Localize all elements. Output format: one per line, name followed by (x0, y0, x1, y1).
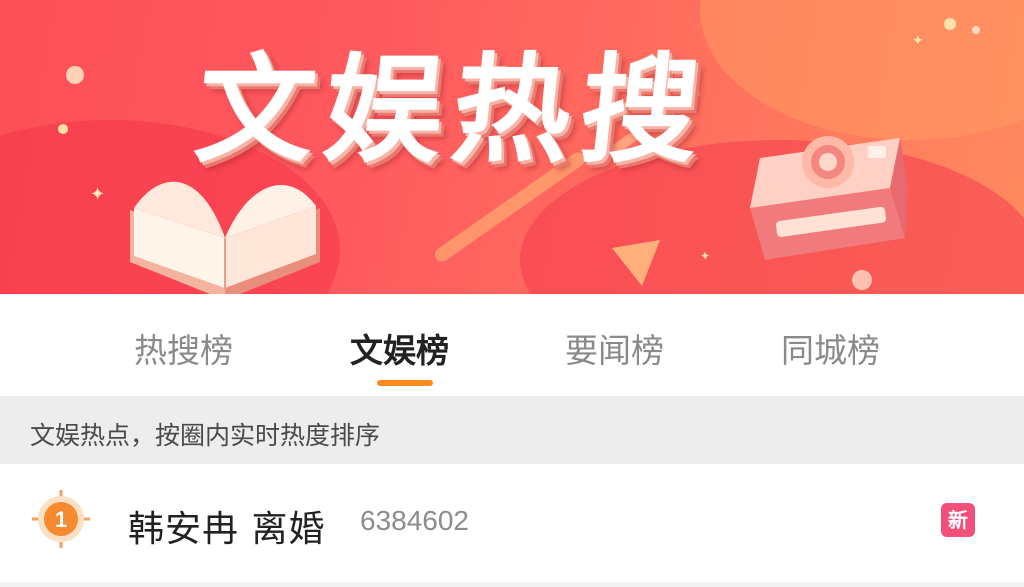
triangle-decoration (612, 240, 660, 286)
banner-shape (700, 0, 1024, 140)
dot-decoration (66, 66, 84, 84)
sparkle-icon: ✦ (700, 249, 711, 263)
hot-topic-count: 6384602 (360, 505, 470, 536)
ranking-description-bar: 文娱热点，按圈内实时热度排序 (0, 396, 1024, 464)
dot-decoration (972, 26, 980, 34)
active-tab-indicator (377, 380, 433, 386)
row-divider (0, 582, 1024, 587)
instant-camera-icon (750, 136, 908, 260)
tab-headline-news[interactable]: 要闻榜 (565, 324, 664, 372)
list-item[interactable]: 1 韩安冉 离婚 6384602 新 (0, 464, 1024, 587)
dot-decoration (852, 270, 872, 290)
hot-topic-title[interactable]: 韩安冉 离婚 (128, 500, 325, 552)
tab-entertainment[interactable]: 文娱榜 (350, 324, 449, 372)
banner-title: 文娱热搜 (189, 41, 717, 179)
tab-hot-search[interactable]: 热搜榜 (134, 324, 233, 372)
ranking-description: 文娱热点，按圈内实时热度排序 (30, 421, 381, 450)
dot-decoration (944, 18, 956, 30)
hero-banner: ✦ ✦ ✦ 文娱热搜 (0, 0, 1024, 294)
dot-decoration (58, 124, 68, 134)
tab-local[interactable]: 同城榜 (781, 324, 880, 372)
rank-number: 1 (55, 507, 67, 532)
sparkle-icon: ✦ (912, 33, 924, 49)
rank-medal-icon: 1 (32, 490, 90, 548)
new-tag-icon: 新 (941, 503, 975, 537)
sparkle-icon: ✦ (90, 184, 106, 205)
ranking-tabs: 热搜榜 文娱榜 要闻榜 同城榜 (0, 294, 1024, 396)
